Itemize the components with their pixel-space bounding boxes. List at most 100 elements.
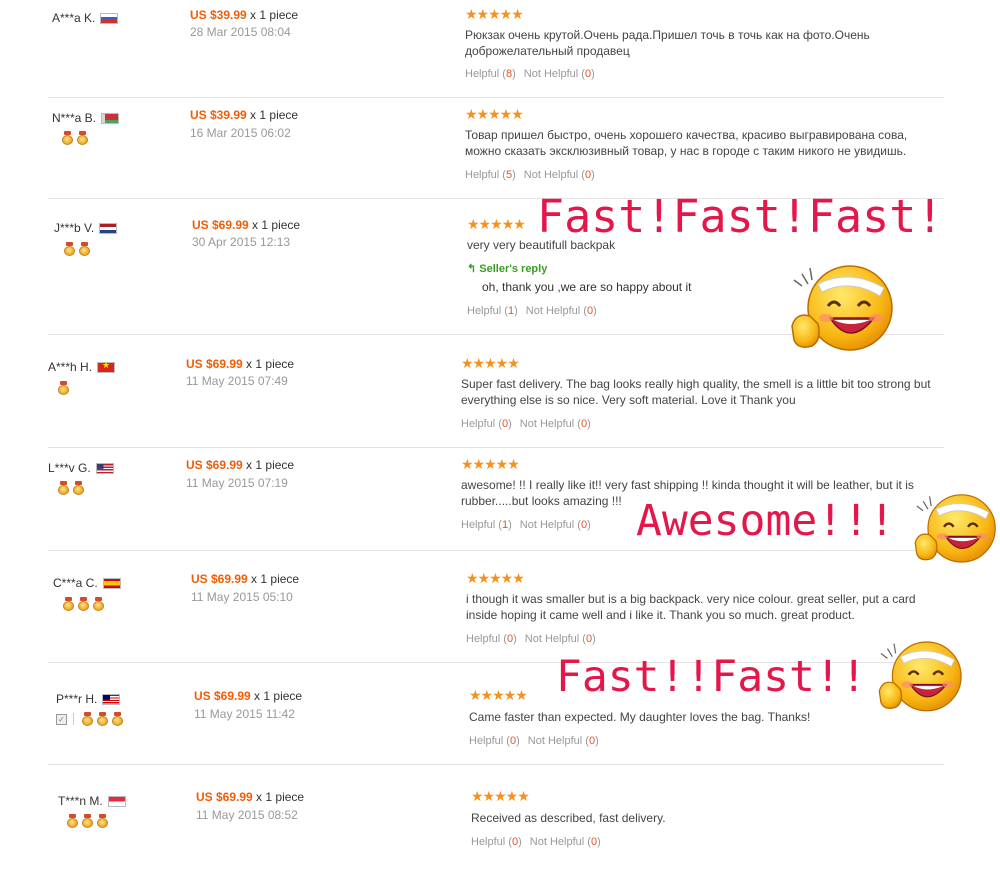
price: US $69.99: [186, 357, 243, 371]
helpful-link[interactable]: Helpful (5): [465, 169, 516, 181]
price: US $69.99: [186, 458, 243, 472]
medal-icon: [97, 814, 108, 828]
buyer-level-medals: [67, 814, 112, 828]
not-helpful-link[interactable]: Not Helpful (0): [520, 418, 591, 430]
medal-icon: [64, 242, 75, 256]
not-helpful-link[interactable]: Not Helpful (0): [525, 633, 596, 645]
medal-icon: [93, 597, 104, 611]
review-date: 30 Apr 2015 12:13: [192, 235, 291, 249]
review-date: 11 May 2015 07:49: [186, 374, 288, 388]
price: US $69.99: [192, 218, 249, 232]
quantity: x 1 piece: [242, 458, 295, 472]
medal-icon: [73, 481, 84, 495]
purchase-info: US $39.99 x 1 piece: [190, 108, 298, 122]
divider: [73, 713, 74, 725]
price: US $39.99: [190, 108, 247, 122]
purchase-info: US $69.99 x 1 piece: [191, 572, 299, 586]
star-rating: ★★★★★: [461, 355, 520, 371]
not-helpful-link[interactable]: Not Helpful (0): [526, 305, 597, 317]
purchase-info: US $69.99 x 1 piece: [194, 689, 302, 703]
divider: [48, 764, 944, 765]
helpful-link[interactable]: Helpful (0): [466, 633, 517, 645]
star-rating: ★★★★★: [469, 687, 528, 703]
laughing-emoji-icon: [791, 265, 893, 351]
buyer-level-medals: [58, 481, 88, 495]
buyer-level-medals: ✓: [56, 712, 127, 726]
helpful-link[interactable]: Helpful (8): [465, 68, 516, 80]
medal-icon: [63, 597, 74, 611]
review-date: 28 Mar 2015 08:04: [190, 25, 291, 39]
not-helpful-link[interactable]: Not Helpful (0): [524, 169, 595, 181]
country-flag-icon: [102, 693, 121, 705]
buyer-level-medals: [63, 597, 108, 611]
quantity: x 1 piece: [246, 8, 299, 22]
medal-icon: [58, 381, 69, 395]
quantity: x 1 piece: [247, 572, 300, 586]
star-rating: ★★★★★: [465, 106, 524, 122]
not-helpful-link[interactable]: Not Helpful (0): [524, 68, 595, 80]
medal-icon: [58, 481, 69, 495]
helpful-votes: Helpful (1) Not Helpful (0): [467, 305, 597, 317]
country-flag-icon: [95, 462, 114, 474]
quantity: x 1 piece: [252, 790, 305, 804]
seller-reply-label: ↰ Seller's reply: [467, 263, 548, 275]
country-flag-icon: [102, 577, 121, 589]
country-flag-icon: [99, 222, 118, 234]
purchase-info: US $39.99 x 1 piece: [190, 8, 298, 22]
divider: [48, 97, 944, 98]
helpful-link[interactable]: Helpful (1): [467, 305, 518, 317]
reviewer-name: P***r H.: [56, 692, 121, 706]
buyer-level-medals: [58, 381, 73, 395]
star-rating: ★★★★★: [461, 456, 520, 472]
review-text: Рюкзак очень крутой.Очень рада.Пришел то…: [465, 28, 870, 58]
helpful-votes: Helpful (0) Not Helpful (0): [469, 735, 599, 747]
seller-reply-text: oh, thank you ,we are so happy about it: [482, 280, 692, 294]
review-text: Товар пришел быстро, очень хорошего каче…: [465, 128, 908, 158]
buyer-level-medals: [64, 242, 94, 256]
medal-icon: [78, 597, 89, 611]
purchase-info: US $69.99 x 1 piece: [192, 218, 300, 232]
review-text: Super fast delivery. The bag looks reall…: [461, 377, 931, 407]
helpful-votes: Helpful (0) Not Helpful (0): [471, 836, 601, 848]
verified-badge-icon: ✓: [56, 713, 67, 725]
price: US $69.99: [194, 689, 251, 703]
overlay-caption-fast: Fast!Fast!Fast!: [537, 190, 944, 243]
reviewer-name: N***a B.: [52, 111, 120, 125]
laughing-emoji-icon: [878, 641, 962, 712]
helpful-votes: Helpful (8) Not Helpful (0): [465, 68, 595, 80]
review-date: 11 May 2015 08:52: [196, 808, 298, 822]
not-helpful-link[interactable]: Not Helpful (0): [520, 519, 591, 531]
reviewer-name: A***h H.: [48, 360, 116, 374]
country-flag-icon: [100, 12, 119, 24]
purchase-info: US $69.99 x 1 piece: [186, 458, 294, 472]
helpful-votes: Helpful (5) Not Helpful (0): [465, 169, 595, 181]
buyer-level-medals: [62, 131, 92, 145]
reviewer-name: T***n M.: [58, 794, 126, 808]
star-rating: ★★★★★: [466, 570, 525, 586]
helpful-link[interactable]: Helpful (0): [471, 836, 522, 848]
divider: [48, 447, 944, 448]
price: US $69.99: [196, 790, 253, 804]
not-helpful-link[interactable]: Not Helpful (0): [530, 836, 601, 848]
medal-icon: [82, 814, 93, 828]
quantity: x 1 piece: [246, 108, 299, 122]
star-rating: ★★★★★: [465, 6, 524, 22]
helpful-link[interactable]: Helpful (0): [469, 735, 520, 747]
reply-arrow-icon: ↰: [467, 263, 477, 275]
not-helpful-link[interactable]: Not Helpful (0): [528, 735, 599, 747]
helpful-link[interactable]: Helpful (0): [461, 418, 512, 430]
review-date: 16 Mar 2015 06:02: [190, 126, 291, 140]
reviewer-name: J***b V.: [54, 221, 118, 235]
country-flag-icon: [107, 795, 126, 807]
medal-icon: [97, 712, 108, 726]
medal-icon: [67, 814, 78, 828]
star-rating: ★★★★★: [467, 216, 526, 232]
medal-icon: [62, 131, 73, 145]
medal-icon: [79, 242, 90, 256]
reviewer-name: A***a K.: [52, 11, 119, 25]
medal-icon: [77, 131, 88, 145]
helpful-link[interactable]: Helpful (1): [461, 519, 512, 531]
purchase-info: US $69.99 x 1 piece: [186, 357, 294, 371]
reviewer-name: L***v G.: [48, 461, 114, 475]
overlay-caption-awesome: Awesome!!!: [636, 496, 895, 546]
